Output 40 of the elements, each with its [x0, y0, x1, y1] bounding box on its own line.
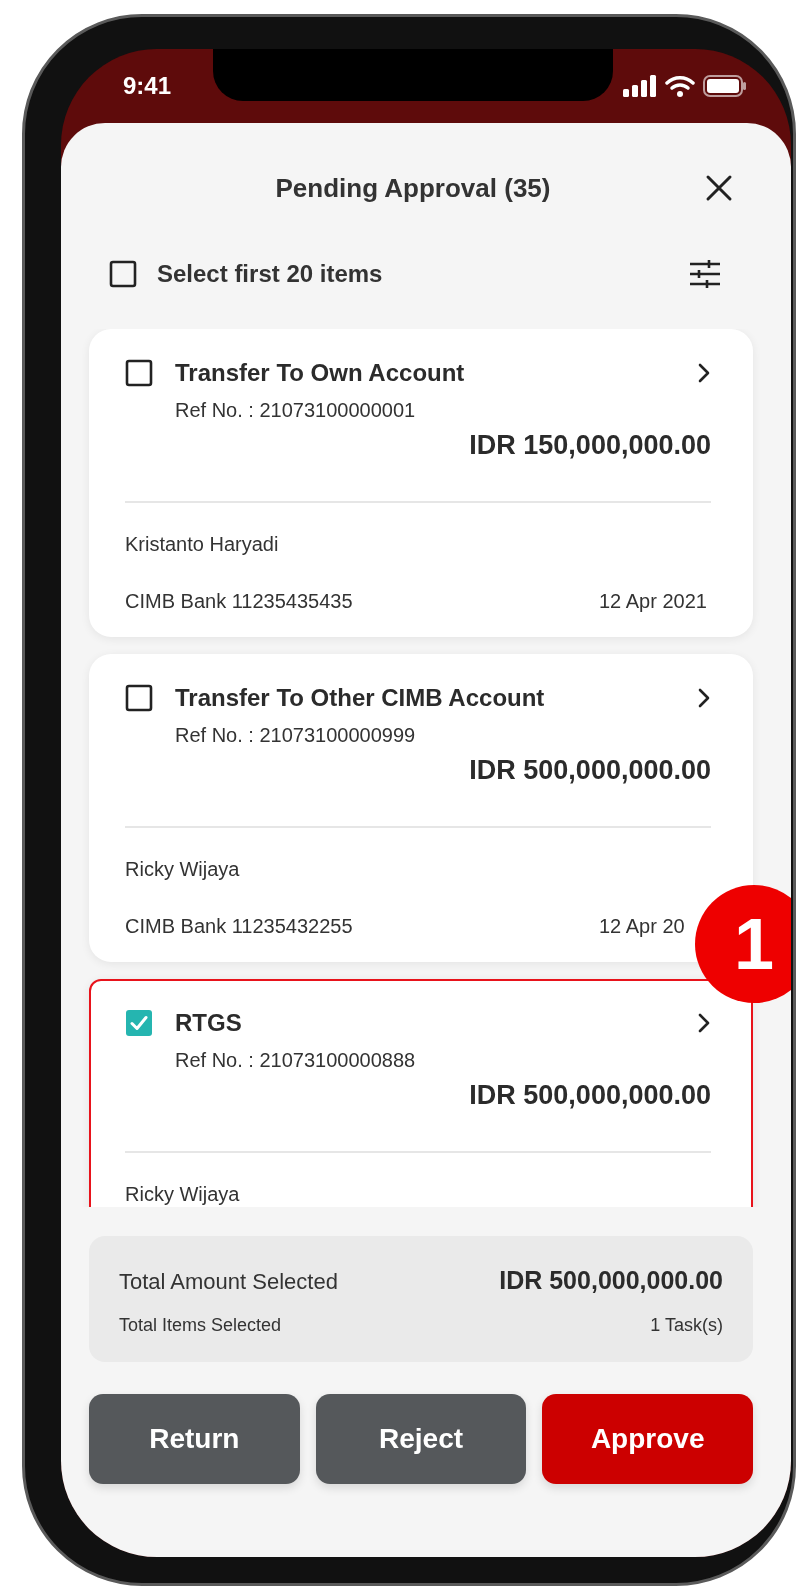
chevron-right-icon[interactable] [697, 362, 711, 384]
total-items-value: 1 Task(s) [650, 1315, 723, 1336]
filter-icon[interactable] [689, 259, 721, 289]
total-items-label: Total Items Selected [119, 1315, 283, 1336]
reference-number: Ref No. : 21073100000001 [175, 399, 417, 422]
action-button[interactable]: Approve [542, 1394, 753, 1484]
transaction-date: 12 Apr 20 [599, 915, 686, 938]
reference-number: Ref No. : 21073100000999 [175, 724, 417, 747]
transaction-title: Transfer To Other CIMB Account [175, 684, 546, 712]
chevron-right-icon[interactable] [697, 687, 711, 709]
transaction-amount: IDR 150,000,000.00 [468, 430, 711, 461]
screen-title: Pending Approval (35) [274, 172, 552, 204]
action-button[interactable]: Reject [315, 1394, 527, 1484]
transaction-card[interactable]: RTGS Ref No. : 21073100000888 IDR 500,000,000.00 Ricky Wijaya [89, 979, 753, 1207]
checkbox[interactable] [125, 1009, 153, 1037]
beneficiary-name: Ricky Wijaya [125, 1183, 241, 1206]
transaction-title: RTGS [175, 1009, 243, 1037]
beneficiary-name: Kristanto Haryadi [125, 533, 280, 556]
bank-account: CIMB Bank 11235435435 [125, 590, 353, 613]
transaction-amount: IDR 500,000,000.00 [468, 755, 711, 786]
battery-icon [703, 75, 747, 97]
total-amount-label: Total Amount Selected [119, 1269, 339, 1295]
status-time: 9:41 [123, 72, 172, 100]
transaction-title: Transfer To Own Account [175, 359, 466, 387]
transaction-date: 12 Apr 2021 [599, 590, 708, 613]
checkbox[interactable] [109, 260, 137, 288]
total-amount-value: IDR 500,000,000.00 [499, 1266, 723, 1295]
reference-number: Ref No. : 21073100000888 [175, 1049, 417, 1072]
bank-account: CIMB Bank 11235432255 [125, 915, 353, 938]
checkbox[interactable] [125, 684, 153, 712]
signal-icon [623, 75, 657, 97]
chevron-right-icon[interactable] [697, 1012, 711, 1034]
beneficiary-name: Ricky Wijaya [125, 858, 241, 881]
close-icon[interactable] [705, 174, 733, 202]
checkbox[interactable] [125, 359, 153, 387]
transaction-card[interactable]: Transfer To Own Account Ref No. : 21073100000001 IDR 150,000,000.00 Kristanto Haryadi CIMB Bank 11235435435 12 Apr 2021 [89, 329, 753, 637]
wifi-icon [665, 75, 695, 97]
transaction-amount: IDR 500,000,000.00 [468, 1080, 711, 1111]
action-button[interactable]: Return [89, 1394, 300, 1484]
select-all-label[interactable]: Select first 20 items [157, 260, 383, 288]
